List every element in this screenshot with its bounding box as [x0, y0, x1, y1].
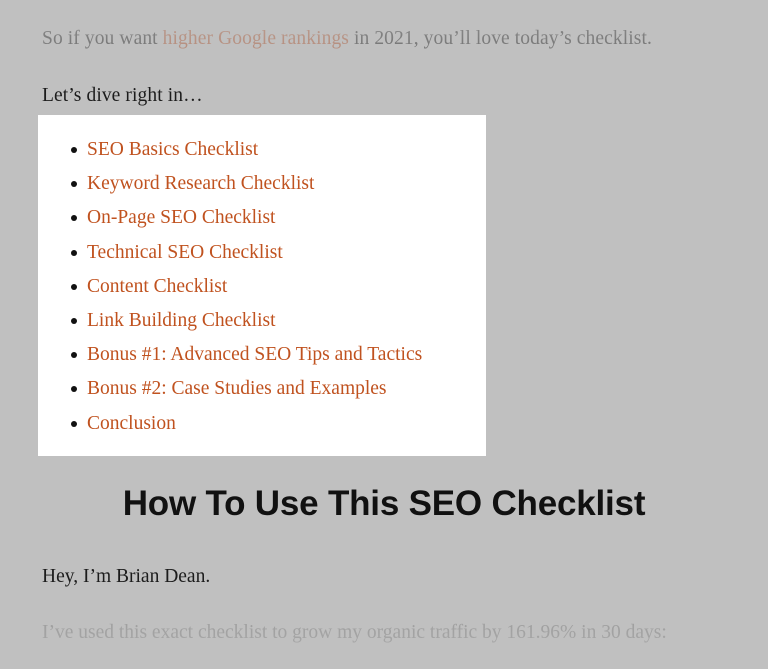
toc-link-link-building[interactable]: Link Building Checklist — [87, 310, 276, 331]
table-of-contents-list: SEO Basics Checklist Keyword Research Ch… — [38, 133, 486, 441]
list-item[interactable]: Keyword Research Checklist — [38, 167, 486, 201]
bullet-icon — [71, 147, 77, 154]
toc-link-technical-seo[interactable]: Technical SEO Checklist — [87, 242, 283, 263]
toc-link-bonus-1[interactable]: Bonus #1: Advanced SEO Tips and Tactics — [87, 344, 422, 365]
bullet-icon — [71, 420, 77, 427]
toc-link-on-page-seo[interactable]: On-Page SEO Checklist — [87, 207, 275, 228]
article-page: So if you want higher Google rankings in… — [0, 0, 768, 669]
toc-link-bonus-2[interactable]: Bonus #2: Case Studies and Examples — [87, 378, 387, 399]
list-item[interactable]: Bonus #2: Case Studies and Examples — [38, 372, 486, 406]
higher-google-rankings-link[interactable]: higher Google rankings — [163, 28, 349, 49]
table-of-contents-card: SEO Basics Checklist Keyword Research Ch… — [38, 115, 486, 456]
intro-text-after-link: in 2021, you’ll love today’s checklist. — [349, 28, 652, 49]
intro-text-before-link: So if you want — [42, 28, 163, 49]
list-item[interactable]: Link Building Checklist — [38, 304, 486, 338]
list-item[interactable]: SEO Basics Checklist — [38, 133, 486, 167]
lead-paragraph: Let’s dive right in… — [42, 85, 203, 106]
bullet-icon — [71, 352, 77, 359]
toc-link-conclusion[interactable]: Conclusion — [87, 413, 176, 434]
list-item[interactable]: Content Checklist — [38, 270, 486, 304]
toc-link-seo-basics[interactable]: SEO Basics Checklist — [87, 139, 258, 160]
author-signature-paragraph: Hey, I’m Brian Dean. — [42, 566, 211, 587]
traffic-stat-paragraph: I’ve used this exact checklist to grow m… — [42, 622, 667, 643]
bullet-icon — [71, 386, 77, 393]
section-heading: How To Use This SEO Checklist — [122, 484, 646, 523]
list-item[interactable]: Technical SEO Checklist — [38, 236, 486, 270]
bullet-icon — [71, 283, 77, 290]
list-item[interactable]: Conclusion — [38, 407, 486, 441]
bullet-icon — [71, 318, 77, 325]
list-item[interactable]: Bonus #1: Advanced SEO Tips and Tactics — [38, 338, 486, 372]
bullet-icon — [71, 181, 77, 188]
toc-link-content[interactable]: Content Checklist — [87, 276, 227, 297]
bullet-icon — [71, 215, 77, 222]
bullet-icon — [71, 249, 77, 256]
intro-paragraph: So if you want higher Google rankings in… — [42, 0, 726, 52]
list-item[interactable]: On-Page SEO Checklist — [38, 201, 486, 235]
toc-link-keyword-research[interactable]: Keyword Research Checklist — [87, 173, 314, 194]
